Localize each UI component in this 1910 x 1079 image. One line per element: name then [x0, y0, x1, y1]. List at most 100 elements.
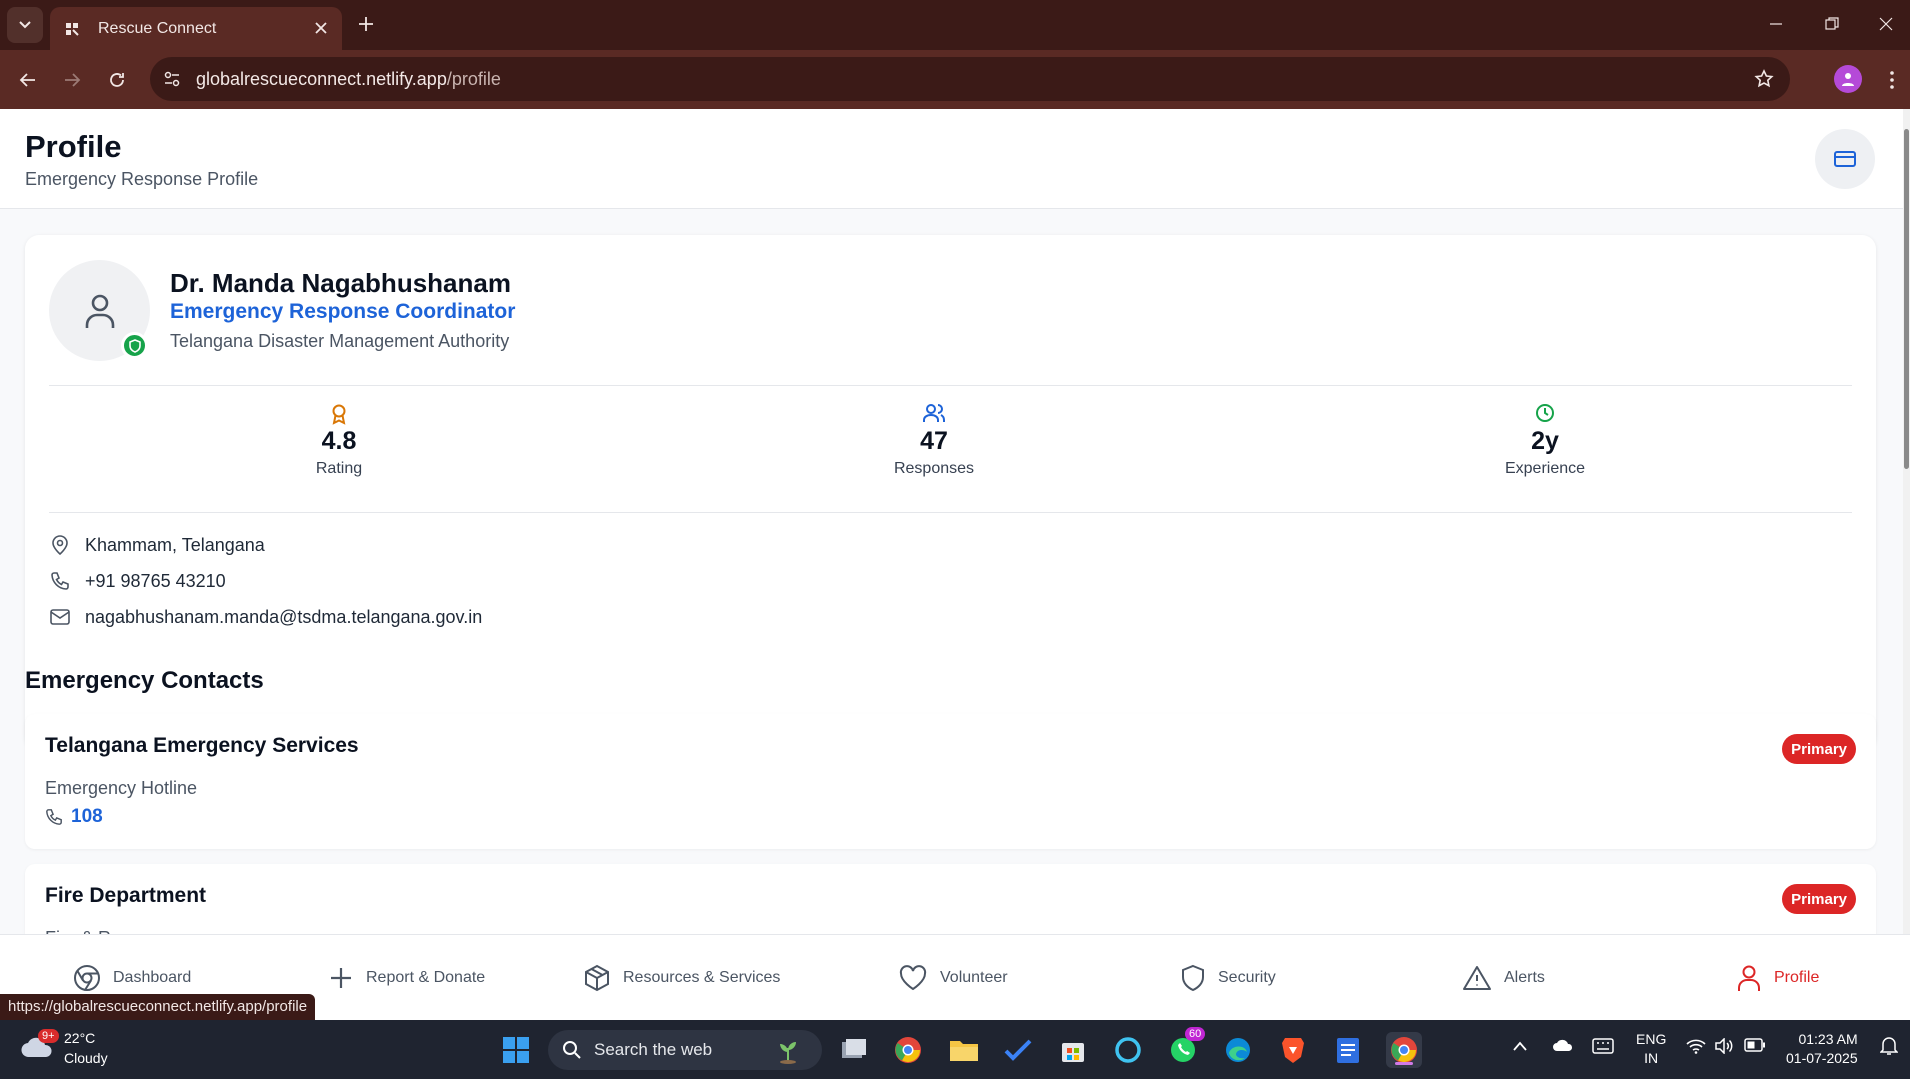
arrow-right-icon: [65, 73, 81, 87]
close-icon: [1879, 17, 1893, 31]
close-window-button[interactable]: [1866, 8, 1906, 40]
shield-icon: [128, 338, 141, 353]
keyboard-icon[interactable]: [1592, 1038, 1614, 1059]
whatsapp-badge: 60: [1185, 1027, 1206, 1041]
whatsapp-icon[interactable]: 60: [1165, 1027, 1206, 1068]
address-url: globalrescueconnect.netlify.app/profile: [196, 69, 501, 90]
page-scrollbar[interactable]: [1903, 109, 1910, 1020]
stat-rating: 4.8 Rating: [239, 403, 439, 478]
email-text[interactable]: nagabhushanam.manda@tsdma.telangana.gov.…: [85, 607, 482, 628]
site-info-icon[interactable]: [158, 65, 186, 93]
weather-badge: 9+: [38, 1029, 59, 1043]
profile-card: Dr. Manda Nagabhushanam Emergency Respon…: [25, 235, 1876, 750]
divider: [49, 512, 1852, 513]
url-host: globalrescueconnect.netlify.app: [196, 69, 447, 89]
arrow-left-icon: [19, 73, 35, 87]
windows-start-icon[interactable]: [498, 1032, 534, 1068]
chevron-down-icon: [19, 21, 31, 29]
nav-alerts[interactable]: Alerts: [1462, 962, 1545, 994]
user-name: Dr. Manda Nagabhushanam: [170, 268, 511, 298]
contact-name: Fire Department: [45, 884, 207, 907]
user-icon: [1738, 965, 1760, 991]
browser-menu-button[interactable]: [1880, 64, 1904, 96]
file-explorer-icon[interactable]: [946, 1032, 982, 1068]
bookmark-star-icon[interactable]: [1752, 67, 1776, 91]
page-header: Profile Emergency Response Profile: [0, 109, 1905, 209]
more-vertical-icon: [1890, 71, 1894, 89]
new-tab-button[interactable]: [352, 10, 380, 38]
plus-icon: [359, 17, 373, 31]
weather-temp: 22°C: [64, 1030, 96, 1046]
nav-label: Security: [1218, 969, 1276, 986]
browser-profile-avatar[interactable]: [1834, 65, 1862, 93]
phone-row: +91 98765 43210: [49, 568, 226, 594]
contact-phone-link[interactable]: 108: [45, 806, 103, 828]
chrome-profile-taskbar-icon[interactable]: [1386, 1032, 1422, 1068]
nav-security[interactable]: Security: [1180, 962, 1276, 994]
users-icon: [834, 403, 1034, 425]
divider: [49, 385, 1852, 386]
heart-icon: [899, 965, 927, 991]
brave-icon[interactable]: [1275, 1032, 1311, 1068]
close-tab-icon[interactable]: [310, 17, 332, 39]
chevron-up-icon[interactable]: [1512, 1038, 1528, 1057]
task-view-icon[interactable]: [836, 1032, 872, 1068]
plant-icon: [780, 1042, 796, 1064]
restore-window-button[interactable]: [1812, 8, 1852, 40]
phone-text[interactable]: +91 98765 43210: [85, 571, 226, 592]
id-card-button[interactable]: [1815, 129, 1875, 189]
verified-badge: [121, 332, 148, 359]
minimize-window-button[interactable]: [1756, 8, 1796, 40]
plus-icon: [331, 968, 351, 988]
language-indicator[interactable]: ENG IN: [1636, 1030, 1666, 1068]
stat-experience: 2y Experience: [1445, 403, 1645, 478]
package-icon: [585, 964, 609, 992]
forward-button[interactable]: [56, 64, 88, 96]
volume-icon[interactable]: [1714, 1037, 1734, 1059]
cortana-icon[interactable]: [1110, 1032, 1146, 1068]
notifications-icon[interactable]: [1879, 1036, 1899, 1061]
url-path: /profile: [446, 69, 501, 89]
chrome-icon: [74, 965, 100, 991]
tab-search-button[interactable]: [7, 7, 43, 43]
primary-badge: Primary: [1782, 884, 1856, 914]
edge-icon[interactable]: [1220, 1032, 1256, 1068]
browser-tab-active[interactable]: Rescue Connect: [50, 7, 342, 50]
page-content: Profile Emergency Response Profile Dr. M…: [0, 109, 1910, 1020]
microsoft-store-icon[interactable]: [1055, 1032, 1091, 1068]
nav-resources-services[interactable]: Resources & Services: [583, 962, 780, 994]
weather-text: 22°C Cloudy: [64, 1028, 108, 1068]
person-icon: [1842, 73, 1854, 86]
taskbar-clock[interactable]: 01:23 AM 01-07-2025: [1786, 1030, 1858, 1068]
chrome-taskbar-icon[interactable]: [890, 1032, 926, 1068]
wifi-icon[interactable]: [1686, 1038, 1706, 1059]
stat-label: Responses: [893, 460, 975, 477]
contact-type: Emergency Hotline: [45, 778, 198, 798]
page-subtitle: Emergency Response Profile: [25, 169, 259, 189]
reload-button[interactable]: [101, 64, 133, 96]
browser-tab-bar: Rescue Connect: [0, 0, 1910, 50]
tab-title: Rescue Connect: [98, 19, 217, 37]
scrollbar-thumb[interactable]: [1904, 129, 1909, 469]
alert-triangle-icon: [1463, 966, 1491, 990]
nav-dashboard[interactable]: Dashboard: [73, 962, 191, 994]
contact-card[interactable]: Telangana Emergency Services Emergency H…: [25, 714, 1876, 849]
nav-report-donate[interactable]: Report & Donate: [328, 962, 485, 994]
weather-widget[interactable]: 9+ 22°C Cloudy: [20, 1028, 108, 1068]
battery-icon[interactable]: [1744, 1038, 1766, 1057]
back-button[interactable]: [12, 64, 44, 96]
nav-profile[interactable]: Profile: [1736, 962, 1819, 994]
nav-label: Dashboard: [113, 969, 192, 986]
taskbar-search[interactable]: Search the web: [548, 1030, 822, 1070]
active-app-indicator: [1395, 1062, 1413, 1065]
phone-icon: [46, 809, 62, 825]
todo-icon[interactable]: [1000, 1032, 1036, 1068]
nav-label: Alerts: [1504, 969, 1545, 986]
clock-icon: [1445, 403, 1645, 425]
stat-value: 4.8: [321, 427, 357, 455]
nav-volunteer[interactable]: Volunteer: [898, 962, 1008, 994]
onedrive-icon[interactable]: [1552, 1038, 1574, 1057]
notepad-icon[interactable]: [1330, 1032, 1366, 1068]
address-bar[interactable]: globalrescueconnect.netlify.app/profile: [150, 57, 1790, 101]
contact-number[interactable]: 108: [71, 806, 103, 828]
